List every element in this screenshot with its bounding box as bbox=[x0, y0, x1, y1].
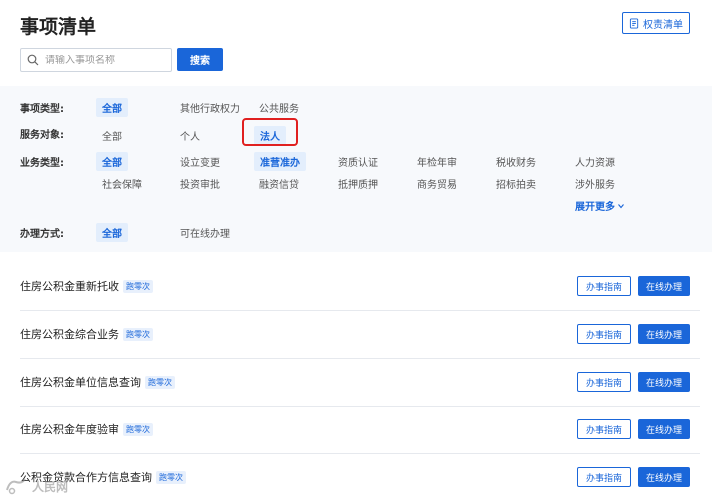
business-option-all[interactable]: 全部 bbox=[96, 152, 128, 171]
category-option-public-service[interactable]: 公共服务 bbox=[259, 100, 299, 115]
guide-button[interactable]: 办事指南 bbox=[577, 419, 631, 439]
business-option[interactable]: 融资信贷 bbox=[259, 176, 299, 191]
business-option-selected[interactable]: 准营准办 bbox=[254, 152, 306, 171]
zero-trip-badge: 跑零次 bbox=[145, 375, 175, 389]
business-option[interactable]: 税收财务 bbox=[496, 154, 536, 169]
business-option[interactable]: 社会保障 bbox=[102, 176, 142, 191]
rights-list-button[interactable]: 权责清单 bbox=[622, 12, 690, 34]
business-option[interactable]: 人力资源 bbox=[575, 154, 615, 169]
item-title[interactable]: 住房公积金重新托收 bbox=[20, 278, 119, 294]
online-handle-button[interactable]: 在线办理 bbox=[638, 276, 690, 296]
method-filter-label: 办理方式: bbox=[20, 229, 64, 240]
guide-button[interactable]: 办事指南 bbox=[577, 324, 631, 344]
online-handle-button[interactable]: 在线办理 bbox=[638, 324, 690, 344]
guide-button[interactable]: 办事指南 bbox=[577, 372, 631, 392]
highlight-annotation bbox=[242, 118, 298, 146]
zero-trip-badge: 跑零次 bbox=[123, 327, 153, 341]
category-option-other-admin[interactable]: 其他行政权力 bbox=[180, 100, 240, 115]
business-option[interactable]: 设立变更 bbox=[180, 154, 220, 169]
business-option[interactable]: 资质认证 bbox=[338, 154, 378, 169]
business-option[interactable]: 抵押质押 bbox=[338, 176, 378, 191]
watermark-logo-icon bbox=[6, 478, 26, 495]
expand-more-label: 展开更多 bbox=[575, 202, 615, 213]
target-filter-label: 服务对象: bbox=[20, 130, 64, 141]
target-option-all[interactable]: 全部 bbox=[102, 128, 122, 143]
page-title: 事项清单 bbox=[20, 16, 97, 38]
search-icon bbox=[27, 54, 39, 66]
zero-trip-badge: 跑零次 bbox=[123, 422, 153, 436]
method-option-online[interactable]: 可在线办理 bbox=[180, 225, 230, 240]
target-option-individual[interactable]: 个人 bbox=[180, 128, 200, 143]
business-option[interactable]: 商务贸易 bbox=[417, 176, 457, 191]
method-option-all[interactable]: 全部 bbox=[96, 223, 128, 242]
category-option-all[interactable]: 全部 bbox=[96, 98, 128, 117]
watermark: 人民网 bbox=[4, 476, 68, 496]
zero-trip-badge: 跑零次 bbox=[123, 279, 153, 293]
search-button[interactable]: 搜索 bbox=[177, 48, 223, 71]
business-option[interactable]: 招标拍卖 bbox=[496, 176, 536, 191]
item-title[interactable]: 住房公积金单位信息查询 bbox=[20, 374, 141, 390]
search-box[interactable] bbox=[20, 48, 172, 72]
item-title[interactable]: 住房公积金年度验审 bbox=[20, 421, 119, 437]
watermark-text: 人民网 bbox=[32, 479, 69, 494]
rights-list-label: 权责清单 bbox=[643, 19, 683, 31]
category-filter-label: 事项类型: bbox=[20, 104, 64, 115]
expand-more-link[interactable]: 展开更多 bbox=[575, 198, 625, 213]
business-filter-label: 业务类型: bbox=[20, 158, 64, 169]
guide-button[interactable]: 办事指南 bbox=[577, 467, 631, 487]
chevron-down-icon bbox=[618, 203, 624, 208]
guide-button[interactable]: 办事指南 bbox=[577, 276, 631, 296]
online-handle-button[interactable]: 在线办理 bbox=[638, 467, 690, 487]
online-handle-button[interactable]: 在线办理 bbox=[638, 419, 690, 439]
document-icon bbox=[629, 17, 639, 29]
business-option[interactable]: 投资审批 bbox=[180, 176, 220, 191]
item-title[interactable]: 住房公积金综合业务 bbox=[20, 326, 119, 342]
zero-trip-badge: 跑零次 bbox=[156, 470, 186, 484]
search-input[interactable] bbox=[45, 54, 165, 66]
business-option[interactable]: 年检年审 bbox=[417, 154, 457, 169]
online-handle-button[interactable]: 在线办理 bbox=[638, 372, 690, 392]
business-option[interactable]: 涉外服务 bbox=[575, 176, 615, 191]
